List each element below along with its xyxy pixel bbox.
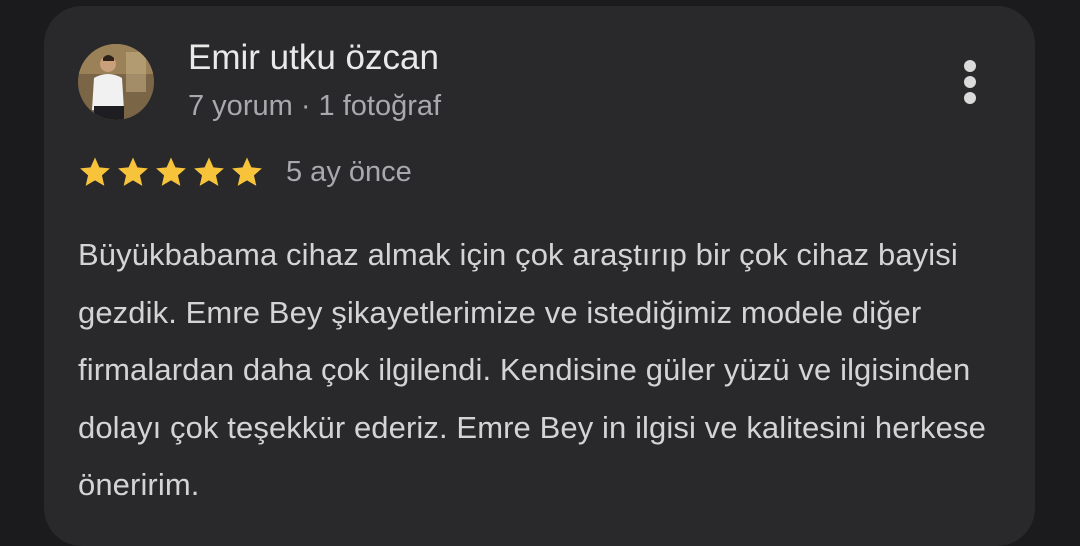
star-rating bbox=[78, 155, 264, 189]
star-icon bbox=[156, 157, 186, 186]
reviewer-meta: 7 yorum · 1 fotoğraf bbox=[188, 90, 442, 122]
star-icon bbox=[118, 157, 148, 186]
more-options-button[interactable] bbox=[950, 54, 990, 110]
review-time: 5 ay önce bbox=[286, 155, 412, 188]
reviewer-name[interactable]: Emir utku özcan bbox=[188, 38, 439, 78]
star-icon bbox=[232, 157, 262, 186]
avatar[interactable] bbox=[78, 44, 154, 120]
more-vert-icon bbox=[964, 60, 976, 72]
star-icon bbox=[194, 157, 224, 186]
rating-row: 5 ay önce bbox=[78, 155, 412, 189]
review-text: Büyükbabama cihaz almak için çok araştır… bbox=[78, 237, 986, 502]
star-icon bbox=[80, 157, 110, 186]
